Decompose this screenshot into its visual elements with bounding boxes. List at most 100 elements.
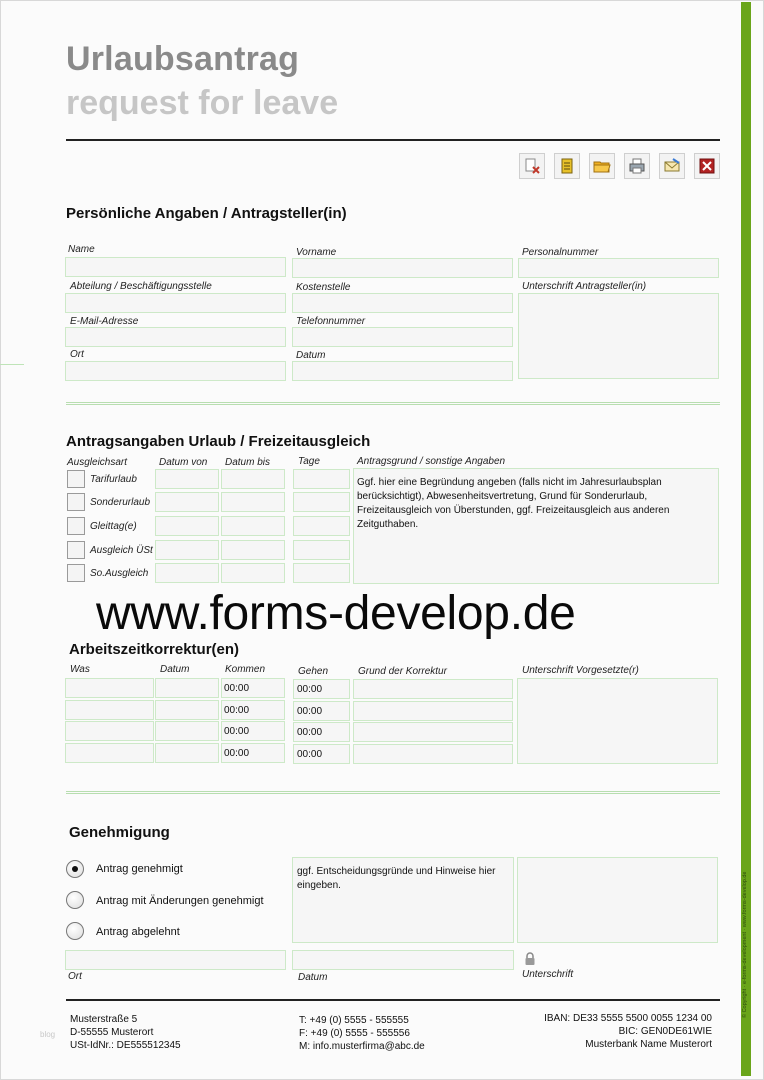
grund-korrektur-field-4[interactable] bbox=[353, 744, 513, 764]
sonderurlaub-label: Sonderurlaub bbox=[90, 497, 151, 508]
unterschrift-vorgesetzte-header: Unterschrift Vorgesetzte(r) bbox=[522, 665, 639, 676]
gleittag-von-field[interactable] bbox=[155, 516, 219, 536]
radio-mit-aenderungen-label: Antrag mit Änderungen genehmigt bbox=[96, 895, 264, 907]
datum-field-4[interactable] bbox=[155, 743, 219, 763]
ausgleichsart-header: Ausgleichsart bbox=[67, 457, 128, 468]
abteilung-label: Abteilung / Beschäftigungsstelle bbox=[70, 281, 212, 292]
email-label: E-Mail-Adresse bbox=[70, 316, 139, 327]
radio-selected-dot bbox=[72, 866, 78, 872]
approval-unterschrift-label: Unterschrift bbox=[522, 969, 574, 980]
so-ausgleich-tage-field[interactable] bbox=[293, 563, 350, 583]
document-button[interactable] bbox=[554, 153, 580, 179]
kostenstelle-label: Kostenstelle bbox=[296, 282, 351, 293]
kommen-value: 00:00 bbox=[224, 683, 250, 694]
was-field-3[interactable] bbox=[65, 721, 154, 741]
gehen-field-4[interactable]: 00:00 bbox=[293, 744, 350, 764]
clear-form-button[interactable] bbox=[519, 153, 545, 179]
so-ausgleich-checkbox[interactable] bbox=[67, 564, 85, 582]
was-field-1[interactable] bbox=[65, 678, 154, 698]
kostenstelle-field[interactable] bbox=[292, 293, 513, 313]
tarifurlaub-bis-field[interactable] bbox=[221, 469, 285, 489]
antragsgrund-text: Ggf. hier eine Begründung angeben (falls… bbox=[357, 477, 670, 530]
kommen-field-2[interactable]: 00:00 bbox=[221, 700, 285, 720]
radio-genehmigt[interactable] bbox=[66, 860, 84, 878]
approval-ort-field[interactable] bbox=[65, 950, 286, 970]
vorname-field[interactable] bbox=[292, 258, 513, 278]
so-ausgleich-bis-field[interactable] bbox=[221, 563, 285, 583]
radio-abgelehnt[interactable] bbox=[66, 922, 84, 940]
tarifurlaub-von-field[interactable] bbox=[155, 469, 219, 489]
datum-field-1[interactable] bbox=[155, 678, 219, 698]
kommen-field-3[interactable]: 00:00 bbox=[221, 721, 285, 741]
gehen-value: 00:00 bbox=[297, 706, 323, 717]
ausgleich-ust-tage-field[interactable] bbox=[293, 540, 350, 560]
unterschrift-antragsteller-field[interactable] bbox=[518, 293, 719, 379]
datum-field-3[interactable] bbox=[155, 721, 219, 741]
datum-label: Datum bbox=[296, 350, 326, 361]
form-title: Urlaubsantrag bbox=[66, 40, 300, 78]
open-folder-button[interactable] bbox=[589, 153, 615, 179]
toolbar bbox=[519, 153, 720, 179]
name-field[interactable] bbox=[65, 257, 286, 277]
antragsgrund-field[interactable]: Ggf. hier eine Begründung angeben (falls… bbox=[353, 468, 719, 584]
email-field[interactable] bbox=[65, 327, 286, 347]
gehen-field-2[interactable]: 00:00 bbox=[293, 701, 350, 721]
datum-field[interactable] bbox=[292, 361, 513, 381]
abteilung-field[interactable] bbox=[65, 293, 286, 313]
tarifurlaub-checkbox[interactable] bbox=[67, 470, 85, 488]
footer-address: Musterstraße 5 D-55555 Musterort USt-IdN… bbox=[70, 1013, 181, 1052]
document-icon bbox=[561, 158, 573, 174]
gehen-value: 00:00 bbox=[297, 684, 323, 695]
ort-field[interactable] bbox=[65, 361, 286, 381]
footer-divider bbox=[66, 999, 720, 1001]
sonderurlaub-checkbox[interactable] bbox=[67, 493, 85, 511]
blog-mark: blog bbox=[40, 1030, 56, 1039]
close-button[interactable] bbox=[694, 153, 720, 179]
footer-bank: IBAN: DE33 5555 5500 0055 1234 00 BIC: G… bbox=[544, 1012, 712, 1051]
ausgleich-ust-checkbox[interactable] bbox=[67, 541, 85, 559]
grund-korrektur-field-2[interactable] bbox=[353, 701, 513, 721]
ausgleich-ust-bis-field[interactable] bbox=[221, 540, 285, 560]
clear-form-icon bbox=[525, 158, 540, 174]
gehen-field-3[interactable]: 00:00 bbox=[293, 722, 350, 742]
website-watermark: www.forms-develop.de bbox=[96, 587, 576, 640]
footer-fax: F: +49 (0) 5555 - 555556 bbox=[299, 1028, 410, 1039]
sonderurlaub-bis-field[interactable] bbox=[221, 492, 285, 512]
gleittag-tage-field[interactable] bbox=[293, 516, 350, 536]
email-button[interactable] bbox=[659, 153, 685, 179]
datum-field-2[interactable] bbox=[155, 700, 219, 720]
ausgleich-ust-von-field[interactable] bbox=[155, 540, 219, 560]
tarifurlaub-label: Tarifurlaub bbox=[90, 474, 137, 485]
email-icon bbox=[664, 158, 680, 172]
print-button[interactable] bbox=[624, 153, 650, 179]
personalnummer-label: Personalnummer bbox=[522, 247, 599, 258]
datum-header: Datum bbox=[160, 664, 190, 675]
tarifurlaub-tage-field[interactable] bbox=[293, 469, 350, 489]
sonderurlaub-von-field[interactable] bbox=[155, 492, 219, 512]
entscheidungsgruende-field[interactable]: ggf. Entscheidungsgründe und Hinweise hi… bbox=[292, 857, 514, 943]
kommen-value: 00:00 bbox=[224, 748, 250, 759]
approval-datum-field[interactable] bbox=[292, 950, 514, 970]
was-field-4[interactable] bbox=[65, 743, 154, 763]
grund-korrektur-field-1[interactable] bbox=[353, 679, 513, 699]
personalnummer-field[interactable] bbox=[518, 258, 719, 278]
radio-mit-aenderungen[interactable] bbox=[66, 891, 84, 909]
was-field-2[interactable] bbox=[65, 700, 154, 720]
so-ausgleich-von-field[interactable] bbox=[155, 563, 219, 583]
radio-genehmigt-label: Antrag genehmigt bbox=[96, 863, 183, 875]
footer-phone: T: +49 (0) 5555 - 555555 bbox=[299, 1015, 409, 1026]
gleittag-checkbox[interactable] bbox=[67, 517, 85, 535]
grund-korrektur-header: Grund der Korrektur bbox=[358, 666, 447, 677]
footer-bank-name: Musterbank Name Musterort bbox=[585, 1039, 712, 1050]
sonderurlaub-tage-field[interactable] bbox=[293, 492, 350, 512]
gehen-field-1[interactable]: 00:00 bbox=[293, 679, 350, 699]
unterschrift-genehmigung-field[interactable] bbox=[517, 857, 718, 943]
unterschrift-vorgesetzte-field[interactable] bbox=[517, 678, 718, 764]
grund-korrektur-field-3[interactable] bbox=[353, 722, 513, 742]
gleittag-bis-field[interactable] bbox=[221, 516, 285, 536]
kommen-field-1[interactable]: 00:00 bbox=[221, 678, 285, 698]
telefon-field[interactable] bbox=[292, 327, 513, 347]
gehen-value: 00:00 bbox=[297, 727, 323, 738]
footer-contact: T: +49 (0) 5555 - 555555 F: +49 (0) 5555… bbox=[299, 1014, 425, 1053]
kommen-field-4[interactable]: 00:00 bbox=[221, 743, 285, 763]
